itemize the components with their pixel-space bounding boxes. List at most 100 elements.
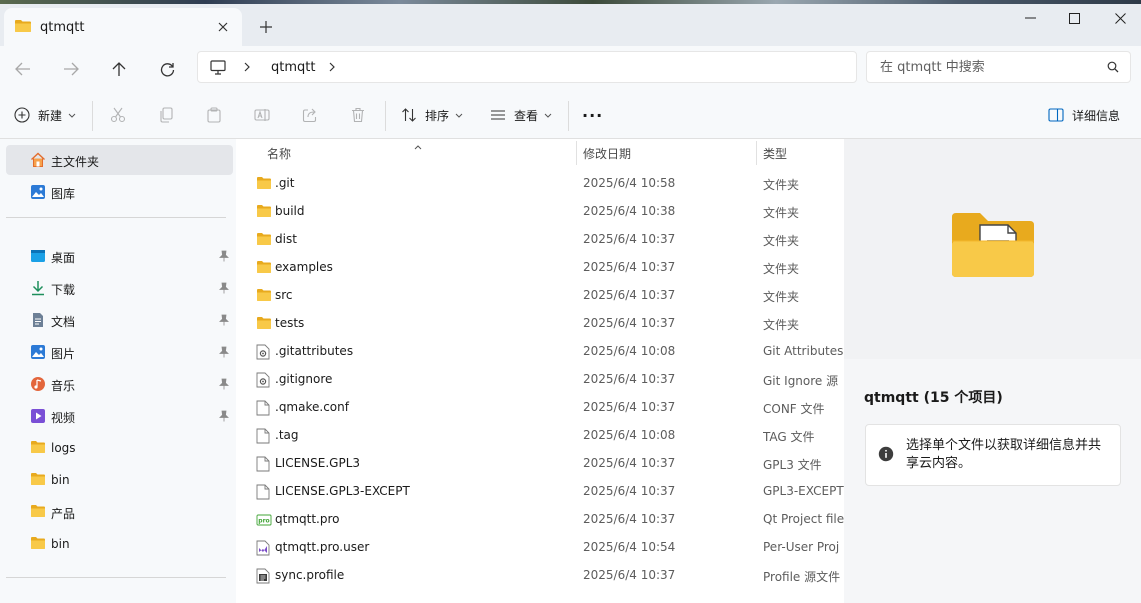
sidebar-divider	[6, 217, 226, 218]
file-date: 2025/6/4 10:37	[583, 512, 676, 526]
file-row[interactable]: pro qtmqtt.pro 2025/6/4 10:37 Qt Project…	[236, 506, 844, 534]
chevron-right-icon[interactable]	[328, 60, 336, 74]
file-name: sync.profile	[275, 568, 345, 582]
info-icon	[878, 446, 894, 462]
details-pane-button[interactable]: 详细信息	[1048, 103, 1120, 127]
sort-button[interactable]: 排序	[401, 103, 463, 127]
file-date: 2025/6/4 10:37	[583, 232, 676, 246]
pin-icon[interactable]	[219, 250, 229, 262]
new-tab-button[interactable]	[256, 17, 276, 37]
delete-icon[interactable]	[350, 107, 366, 123]
sidebar-item-logs[interactable]: logs	[6, 433, 233, 463]
file-type: Per-User Proj	[763, 540, 840, 554]
column-header-name[interactable]: 名称	[267, 145, 291, 162]
minimize-button[interactable]	[1019, 8, 1041, 28]
sidebar-item-bin[interactable]: bin	[6, 465, 233, 495]
breadcrumb-qtmqtt[interactable]: qtmqtt	[271, 60, 315, 75]
file-row[interactable]: tests 2025/6/4 10:37 文件夹	[236, 310, 844, 338]
file-row[interactable]: examples 2025/6/4 10:37 文件夹	[236, 254, 844, 282]
home-icon	[30, 152, 46, 168]
search-box[interactable]	[866, 51, 1131, 83]
sidebar-item-pictures[interactable]: 图片	[6, 337, 233, 367]
download-icon	[30, 280, 46, 296]
up-button[interactable]	[106, 56, 132, 82]
pin-icon[interactable]	[219, 314, 229, 326]
column-divider[interactable]	[756, 141, 757, 165]
more-options-button[interactable]: ···	[582, 103, 603, 127]
file-date: 2025/6/4 10:37	[583, 456, 676, 470]
view-button[interactable]: 查看	[490, 103, 552, 127]
search-icon[interactable]	[1107, 61, 1119, 73]
more-icon: ···	[582, 105, 604, 125]
new-button[interactable]: 新建	[14, 103, 76, 127]
file-name: dist	[275, 232, 297, 246]
file-name: qtmqtt.pro	[275, 512, 340, 526]
sidebar-item-downloads[interactable]: 下载	[6, 273, 233, 303]
sidebar-item-label: 下载	[51, 283, 76, 297]
sidebar-item-music[interactable]: 音乐	[6, 369, 233, 399]
folder-preview-icon	[950, 211, 1036, 279]
file-row[interactable]: LICENSE.GPL3-EXCEPT 2025/6/4 10:37 GPL3-…	[236, 478, 844, 506]
sidebar-item-gallery[interactable]: 图库	[6, 177, 233, 207]
column-divider[interactable]	[576, 141, 577, 165]
gallery-icon	[30, 184, 46, 200]
sidebar-item-label: 文档	[51, 315, 76, 329]
pictures-icon	[30, 344, 46, 360]
chevron-right-icon[interactable]	[243, 60, 251, 74]
file-row[interactable]: LICENSE.GPL3 2025/6/4 10:37 GPL3 文件	[236, 450, 844, 478]
pin-icon[interactable]	[219, 282, 229, 294]
file-row[interactable]: .qmake.conf 2025/6/4 10:37 CONF 文件	[236, 394, 844, 422]
blank-file-icon	[256, 400, 272, 416]
pin-icon[interactable]	[219, 410, 229, 422]
folder-icon	[30, 504, 46, 520]
file-row[interactable]: dist 2025/6/4 10:37 文件夹	[236, 226, 844, 254]
file-name: .gitignore	[275, 372, 333, 386]
sidebar-item-label: 桌面	[51, 251, 76, 265]
back-button[interactable]	[10, 56, 36, 82]
sidebar-item-products[interactable]: 产品	[6, 497, 233, 527]
sort-button-label: 排序	[425, 108, 450, 123]
close-window-button[interactable]	[1109, 8, 1131, 28]
column-header-date[interactable]: 修改日期	[583, 145, 631, 162]
file-row[interactable]: .gitignore 2025/6/4 10:37 Git Ignore 源	[236, 366, 844, 394]
pin-icon[interactable]	[219, 346, 229, 358]
file-row[interactable]: .gitattributes 2025/6/4 10:08 Git Attrib…	[236, 338, 844, 366]
tab-qtmqtt[interactable]: qtmqtt	[4, 8, 242, 46]
folder-icon	[30, 536, 46, 552]
file-type: GPL3-EXCEPT	[763, 484, 844, 498]
sidebar-item-documents[interactable]: 文档	[6, 305, 233, 335]
pin-icon[interactable]	[219, 378, 229, 390]
file-date: 2025/6/4 10:58	[583, 176, 676, 190]
file-name: LICENSE.GPL3-EXCEPT	[275, 484, 410, 498]
file-row[interactable]: .tag 2025/6/4 10:08 TAG 文件	[236, 422, 844, 450]
address-bar[interactable]: qtmqtt	[197, 51, 857, 83]
forward-button[interactable]	[58, 56, 84, 82]
column-header-type[interactable]: 类型	[763, 145, 787, 162]
copy-icon[interactable]	[158, 107, 174, 123]
file-row[interactable]: .git 2025/6/4 10:58 文件夹	[236, 170, 844, 198]
file-row[interactable]: qtmqtt.pro.user 2025/6/4 10:54 Per-User …	[236, 534, 844, 562]
sidebar-item-desktop[interactable]: 桌面	[6, 241, 233, 271]
share-icon[interactable]	[302, 107, 318, 123]
file-row[interactable]: build 2025/6/4 10:38 文件夹	[236, 198, 844, 226]
sidebar-item-videos[interactable]: 视频	[6, 401, 233, 431]
cut-icon[interactable]	[110, 107, 126, 123]
file-type: 文件夹	[763, 178, 800, 192]
file-date: 2025/6/4 10:37	[583, 372, 676, 386]
file-list: 名称 修改日期 类型 .git 2025/6/4 10:58 文件夹 build…	[236, 139, 844, 603]
file-name: .git	[275, 176, 295, 190]
sidebar-item-bin-2[interactable]: bin	[6, 529, 233, 559]
sidebar-item-label: bin	[51, 473, 70, 487]
refresh-button[interactable]	[154, 56, 180, 82]
close-tab-icon[interactable]	[214, 18, 232, 36]
chevron-down-icon	[68, 113, 76, 118]
maximize-button[interactable]	[1063, 8, 1085, 28]
file-row[interactable]: sync.profile 2025/6/4 10:37 Profile 源文件	[236, 562, 844, 590]
paste-icon[interactable]	[206, 107, 222, 123]
file-name: .gitattributes	[275, 344, 354, 358]
search-input[interactable]	[867, 52, 1097, 82]
rename-icon[interactable]	[254, 107, 270, 123]
sidebar-item-home[interactable]: 主文件夹	[6, 145, 233, 175]
navigation-pane: 主文件夹 图库 桌面 下载 文档 图片 音乐 视频 logs bin 产品 bi…	[0, 139, 236, 603]
file-row[interactable]: src 2025/6/4 10:37 文件夹	[236, 282, 844, 310]
